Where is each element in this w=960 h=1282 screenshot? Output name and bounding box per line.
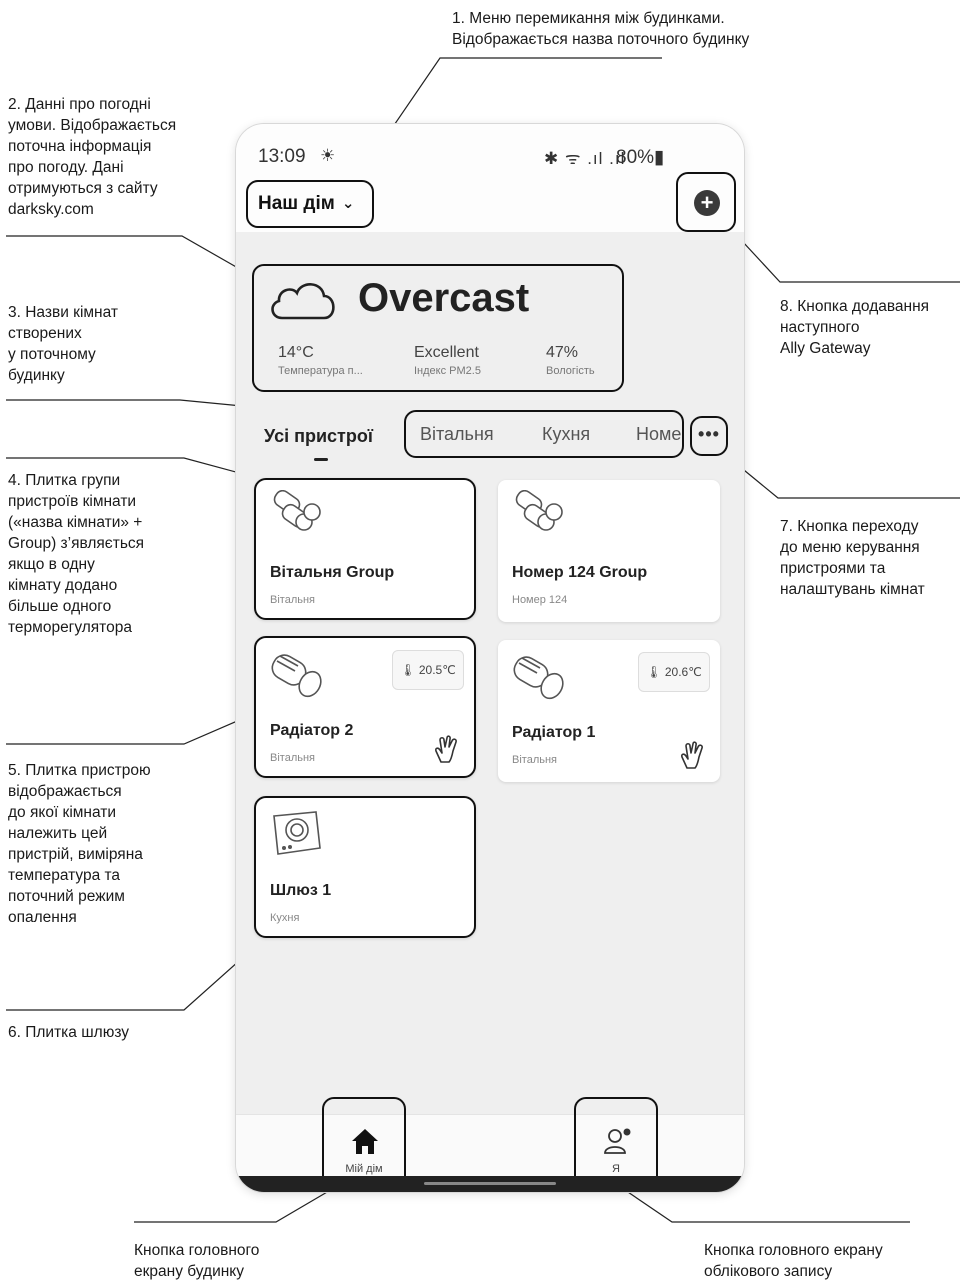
user-icon <box>604 1128 631 1154</box>
tile-title: Вітальня Group <box>270 564 395 581</box>
tab-all-devices[interactable]: Усі пристрої <box>264 426 373 447</box>
room-tabs: Вітальня Кухня Номер 124 <box>404 410 684 458</box>
tab-kitchen[interactable]: Кухня <box>542 424 590 445</box>
temperature-label: Температура п... <box>278 365 363 377</box>
annotation-4: 4. Плитка групи пристроїв кімнати («назв… <box>8 472 145 636</box>
tile-title: Радіатор 2 <box>270 722 354 739</box>
annotation-home-button: Кнопка головного екрану будинку <box>134 1242 260 1280</box>
annotation-5: 5. Плитка пристрою відображається до яко… <box>8 762 151 926</box>
device-tile[interactable]: 🌡 20.6℃ Радіатор 1 Вітальня <box>498 640 720 782</box>
status-icons: ✱ ᯤ .ıl .ıl <box>544 149 626 168</box>
home-switcher[interactable]: Наш дім ⌄ <box>246 180 374 228</box>
tab-room-124[interactable]: Номер 124 <box>636 424 682 445</box>
weather-temperature: 14°C Температура п... <box>278 344 363 377</box>
annotation-6: 6. Плитка шлюзу <box>8 1024 130 1041</box>
home-icon <box>352 1129 378 1154</box>
phone-screen: 13:09 ☀ ✱ ᯤ .ıl .ıl 80%▮ Наш дім ⌄ + Ove… <box>236 124 744 1192</box>
temperature-badge: 🌡 20.5℃ <box>392 650 464 690</box>
device-group-tile[interactable]: Номер 124 Group Номер 124 <box>498 480 720 622</box>
cloud-icon <box>271 283 335 320</box>
status-time: 13:09 <box>258 146 306 167</box>
annotation-3: 3. Назви кімнат створених у поточному бу… <box>8 304 118 384</box>
annotation-account-button: Кнопка головного екрану облікового запис… <box>704 1242 883 1280</box>
tile-room: Вітальня <box>512 754 557 766</box>
radiator-group-icon <box>515 490 563 531</box>
pm25-value: Excellent <box>414 344 479 361</box>
gateway-tile[interactable]: Шлюз 1 Кухня <box>254 796 476 938</box>
nav-my-home-label: Мій дім <box>345 1163 383 1175</box>
thermostat-icon <box>271 654 322 698</box>
sun-icon: ☀ <box>320 146 336 165</box>
chevron-down-icon: ⌄ <box>341 195 355 212</box>
thermostat-icon <box>513 656 564 700</box>
humidity-label: Вологість <box>546 365 595 377</box>
radiator-group-icon <box>273 490 321 531</box>
annotation-1: 1. Меню перемикання між будинками. Відоб… <box>452 10 750 48</box>
plus-icon: + <box>694 190 720 216</box>
home-name: Наш дім <box>258 193 335 214</box>
tile-room: Вітальня <box>270 752 315 764</box>
add-gateway-button[interactable]: + <box>676 172 736 232</box>
weather-condition: Overcast <box>358 276 530 320</box>
tile-room: Вітальня <box>270 594 315 606</box>
pm25-label: Індекс PM2.5 <box>414 365 481 377</box>
temperature-value: 14°C <box>278 344 314 361</box>
tile-room: Кухня <box>270 912 300 924</box>
tile-title: Номер 124 Group <box>512 564 648 581</box>
bottom-navigation: Мій дім Я <box>236 1097 744 1191</box>
gateway-icon <box>273 811 321 855</box>
more-options-button[interactable]: ••• <box>690 416 728 456</box>
weather-card: Overcast 14°C Температура п... Excellent… <box>252 264 624 392</box>
annotation-2: 2. Данні про погодні умови. Відображаєть… <box>8 96 177 218</box>
manual-mode-icon <box>435 735 457 763</box>
annotation-7: 7. Кнопка переходу до меню керування при… <box>780 518 925 598</box>
tab-living-room[interactable]: Вітальня <box>420 424 494 445</box>
tile-title: Радіатор 1 <box>512 724 596 741</box>
battery-indicator: 80%▮ <box>616 147 665 168</box>
tile-room: Номер 124 <box>512 594 568 606</box>
manual-mode-icon <box>681 741 703 769</box>
active-tab-indicator <box>314 458 328 461</box>
nav-account-label: Я <box>612 1163 620 1175</box>
annotation-8: 8. Кнопка додавання наступного Ally Gate… <box>780 298 930 357</box>
device-group-tile[interactable]: Вітальня Group Вітальня <box>254 478 476 620</box>
tile-title: Шлюз 1 <box>270 882 332 899</box>
weather-pm25: Excellent Індекс PM2.5 <box>414 344 481 377</box>
humidity-value: 47% <box>546 344 579 361</box>
home-indicator <box>424 1182 556 1185</box>
device-tile[interactable]: 🌡 20.5℃ Радіатор 2 Вітальня <box>254 636 476 778</box>
weather-humidity: 47% Вологість <box>546 344 595 377</box>
temperature-badge: 🌡 20.6℃ <box>638 652 710 692</box>
